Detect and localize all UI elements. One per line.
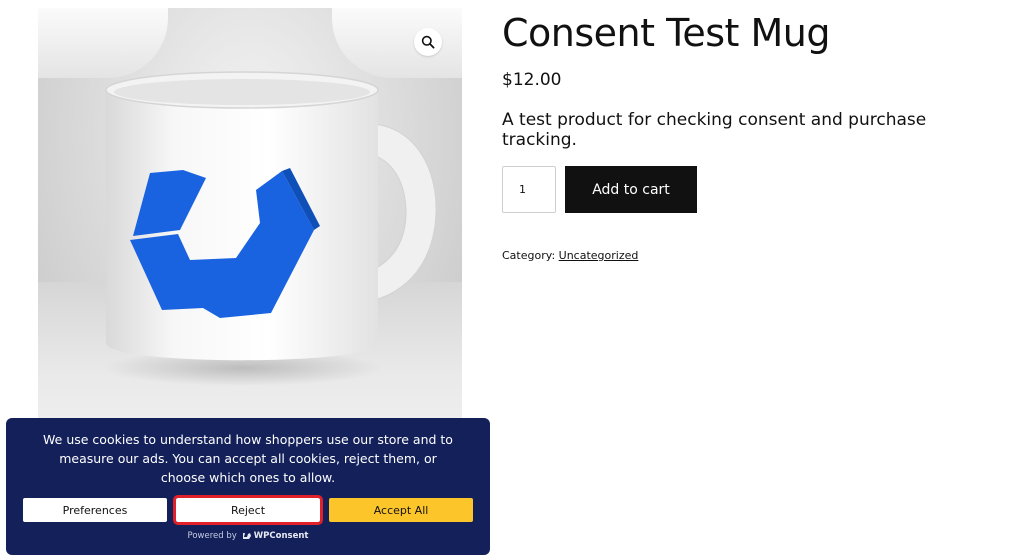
wpconsent-brand: WPConsent — [253, 531, 309, 541]
wpconsent-icon — [242, 533, 251, 539]
powered-by: Powered by WPConsent — [6, 531, 490, 541]
mug-illustration — [103, 71, 437, 386]
reject-button[interactable]: Reject — [173, 495, 323, 525]
product-price: $12.00 — [502, 70, 562, 90]
zoom-button[interactable] — [414, 28, 442, 56]
category-link[interactable]: Uncategorized — [559, 249, 639, 262]
consent-message: We use cookies to understand how shopper… — [43, 432, 453, 485]
accept-all-button[interactable]: Accept All — [329, 498, 473, 522]
quantity-input[interactable] — [502, 166, 556, 213]
wpconsent-logo[interactable]: WPConsent — [242, 531, 309, 541]
category-label: Category: — [502, 249, 556, 262]
preferences-button[interactable]: Preferences — [23, 498, 167, 522]
add-to-cart-button[interactable]: Add to cart — [565, 166, 697, 213]
add-to-cart-form: Add to cart — [502, 166, 1002, 213]
product-description: A test product for checking consent and … — [502, 110, 927, 150]
product-title: Consent Test Mug — [502, 11, 831, 55]
product-summary: Consent Test Mug $12.00 A test product f… — [502, 10, 1002, 262]
product-page: Consent Test Mug $12.00 A test product f… — [0, 0, 1024, 557]
powered-by-label: Powered by — [187, 531, 237, 541]
product-image[interactable] — [38, 8, 462, 432]
magnifier-icon — [421, 35, 435, 49]
cookie-consent-banner: We use cookies to understand how shopper… — [6, 418, 490, 555]
product-category: Category: Uncategorized — [502, 249, 1002, 262]
